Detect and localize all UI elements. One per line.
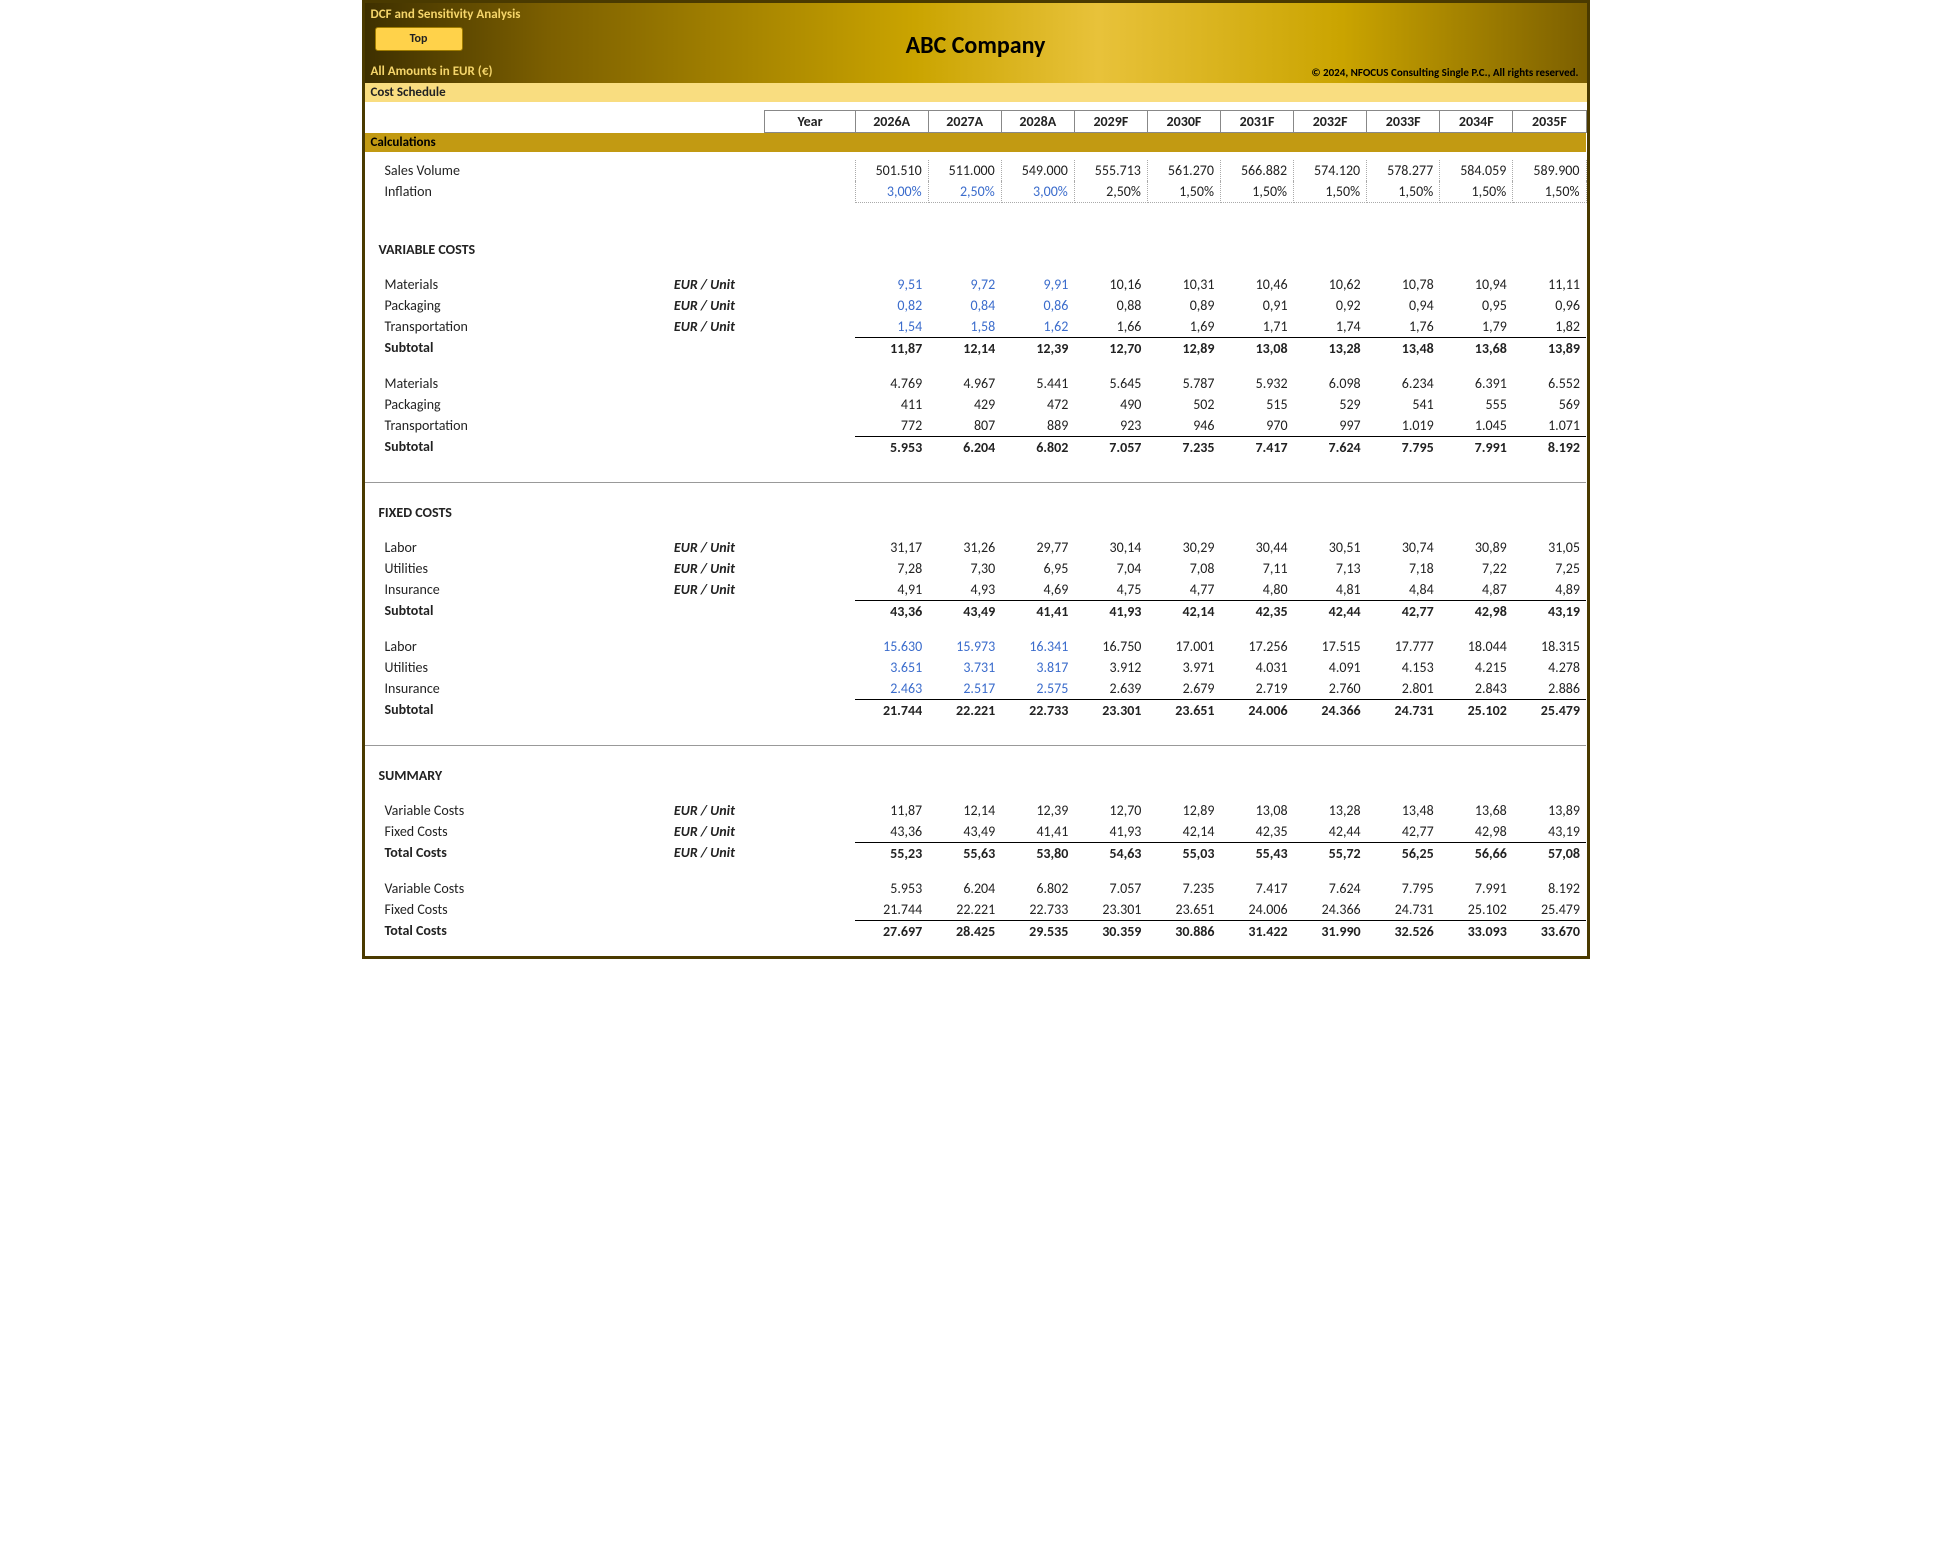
main-table: Year2026A2027A2028A2029F2030F2031F2032F2…: [365, 102, 1587, 956]
data-row: TransportationEUR / Unit1,541,581,621,66…: [365, 316, 1587, 338]
data-row: PackagingEUR / Unit0,820,840,860,880,890…: [365, 295, 1587, 316]
year-col: 2028A: [1001, 110, 1074, 132]
amounts-label: All Amounts in EUR (€): [371, 64, 493, 79]
data-row: Fixed Costs21.74422.22122.73323.30123.65…: [365, 899, 1587, 921]
data-row: Labor15.63015.97316.34116.75017.00117.25…: [365, 636, 1587, 657]
data-row: Sales Volume501.510511.000549.000555.713…: [365, 160, 1587, 181]
subtotal-row: Subtotal5.9536.2046.8027.0577.2357.4177.…: [365, 436, 1587, 458]
band-calculations: Calculations: [365, 132, 1587, 152]
subtotal-row: Total CostsEUR / Unit55,2355,6353,8054,6…: [365, 842, 1587, 864]
header: DCF and Sensitivity Analysis Top ABC Com…: [365, 3, 1587, 83]
data-row: Inflation3,00%2,50%3,00%2,50%1,50%1,50%1…: [365, 181, 1587, 203]
data-row: Packaging411429472490502515529541555569: [365, 394, 1587, 415]
section-title: FIXED COSTS: [365, 494, 1587, 527]
subtotal-row: Subtotal11,8712,1412,3912,7012,8913,0813…: [365, 337, 1587, 359]
data-row: Transportation7728078899239469709971.019…: [365, 415, 1587, 437]
year-header-row: Year2026A2027A2028A2029F2030F2031F2032F2…: [365, 110, 1587, 132]
data-row: MaterialsEUR / Unit9,519,729,9110,1610,3…: [365, 274, 1587, 295]
subtotal-row: Subtotal21.74422.22122.73323.30123.65124…: [365, 699, 1587, 721]
company-name: ABC Company: [365, 31, 1587, 60]
year-col: 2031F: [1220, 110, 1293, 132]
data-row: LaborEUR / Unit31,1731,2629,7730,1430,29…: [365, 537, 1587, 558]
section-title: VARIABLE COSTS: [365, 231, 1587, 264]
year-col: 2035F: [1513, 110, 1586, 132]
data-row: Materials4.7694.9675.4415.6455.7875.9326…: [365, 373, 1587, 394]
data-row: InsuranceEUR / Unit4,914,934,694,754,774…: [365, 579, 1587, 601]
year-col: 2027A: [928, 110, 1001, 132]
data-row: Variable CostsEUR / Unit11,8712,1412,391…: [365, 800, 1587, 821]
year-col: 2030F: [1147, 110, 1220, 132]
year-col: 2034F: [1440, 110, 1513, 132]
year-col: 2032F: [1294, 110, 1367, 132]
year-col: 2033F: [1367, 110, 1440, 132]
year-col: 2026A: [855, 110, 928, 132]
year-col: 2029F: [1074, 110, 1147, 132]
band-cost-schedule: Cost Schedule: [365, 83, 1587, 102]
page: DCF and Sensitivity Analysis Top ABC Com…: [362, 0, 1590, 959]
data-row: Fixed CostsEUR / Unit43,3643,4941,4141,9…: [365, 821, 1587, 843]
section-title: SUMMARY: [365, 757, 1587, 790]
header-title: DCF and Sensitivity Analysis: [371, 7, 521, 22]
data-row: Variable Costs5.9536.2046.8027.0577.2357…: [365, 878, 1587, 899]
subtotal-row: Total Costs27.69728.42529.53530.35930.88…: [365, 920, 1587, 942]
copyright: © 2024, NFOCUS Consulting Single P.C., A…: [1311, 66, 1578, 79]
year-label: Year: [765, 110, 855, 132]
data-row: UtilitiesEUR / Unit7,287,306,957,047,087…: [365, 558, 1587, 579]
data-row: Utilities3.6513.7313.8173.9123.9714.0314…: [365, 657, 1587, 678]
data-row: Insurance2.4632.5172.5752.6392.6792.7192…: [365, 678, 1587, 700]
subtotal-row: Subtotal43,3643,4941,4141,9342,1442,3542…: [365, 600, 1587, 622]
